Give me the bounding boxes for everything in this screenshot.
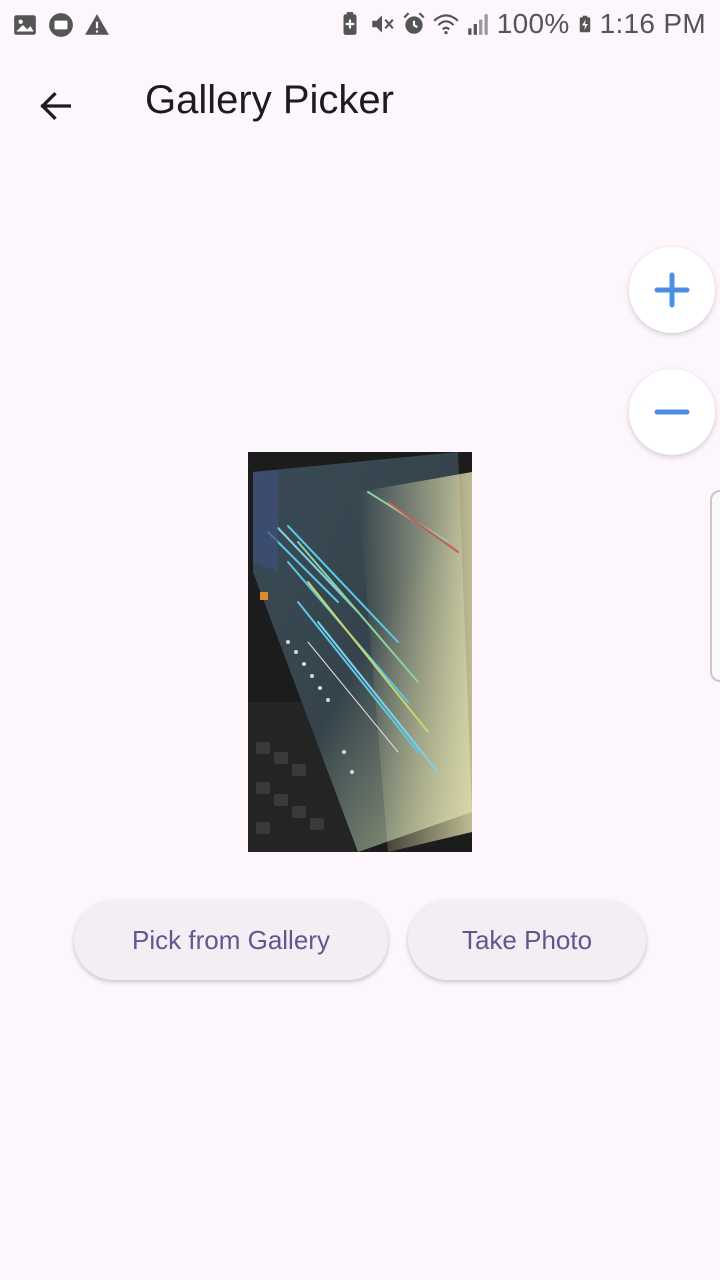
app-bar: Gallery Picker: [0, 52, 720, 156]
battery-percent: 100%: [496, 8, 570, 39]
back-button[interactable]: [30, 80, 82, 132]
status-bar-left: [12, 12, 110, 38]
alarm-icon: [403, 12, 425, 34]
battery-charging-icon: [579, 15, 590, 33]
page-title: Gallery Picker: [145, 78, 394, 122]
pick-from-gallery-button[interactable]: Pick from Gallery: [74, 900, 388, 980]
warning-icon: [85, 14, 109, 35]
edge-panel-handle[interactable]: [710, 490, 720, 682]
cast-icon: [49, 13, 73, 37]
image-icon: [14, 15, 36, 35]
mute-icon: [372, 15, 394, 33]
battery-saver-icon: [343, 12, 357, 35]
status-bar: 100% 1:16 PM: [0, 0, 720, 52]
wifi-icon: [433, 14, 459, 35]
arrow-back-icon: [40, 91, 71, 121]
gallery-picker-screen: 100% 1:16 PM Gallery Picker Pick from Ga…: [0, 0, 720, 1280]
photo-preview: [248, 452, 472, 852]
zoom-out-button[interactable]: [629, 369, 715, 455]
plus-icon: [654, 272, 690, 308]
status-time: 1:16 PM: [599, 8, 706, 39]
zoom-in-button[interactable]: [629, 247, 715, 333]
take-photo-button[interactable]: Take Photo: [408, 900, 646, 980]
minus-icon: [654, 409, 690, 415]
status-bar-right: 100% 1:16 PM: [337, 8, 706, 40]
signal-icon: [468, 14, 488, 35]
photo-preview-image: [248, 452, 472, 852]
